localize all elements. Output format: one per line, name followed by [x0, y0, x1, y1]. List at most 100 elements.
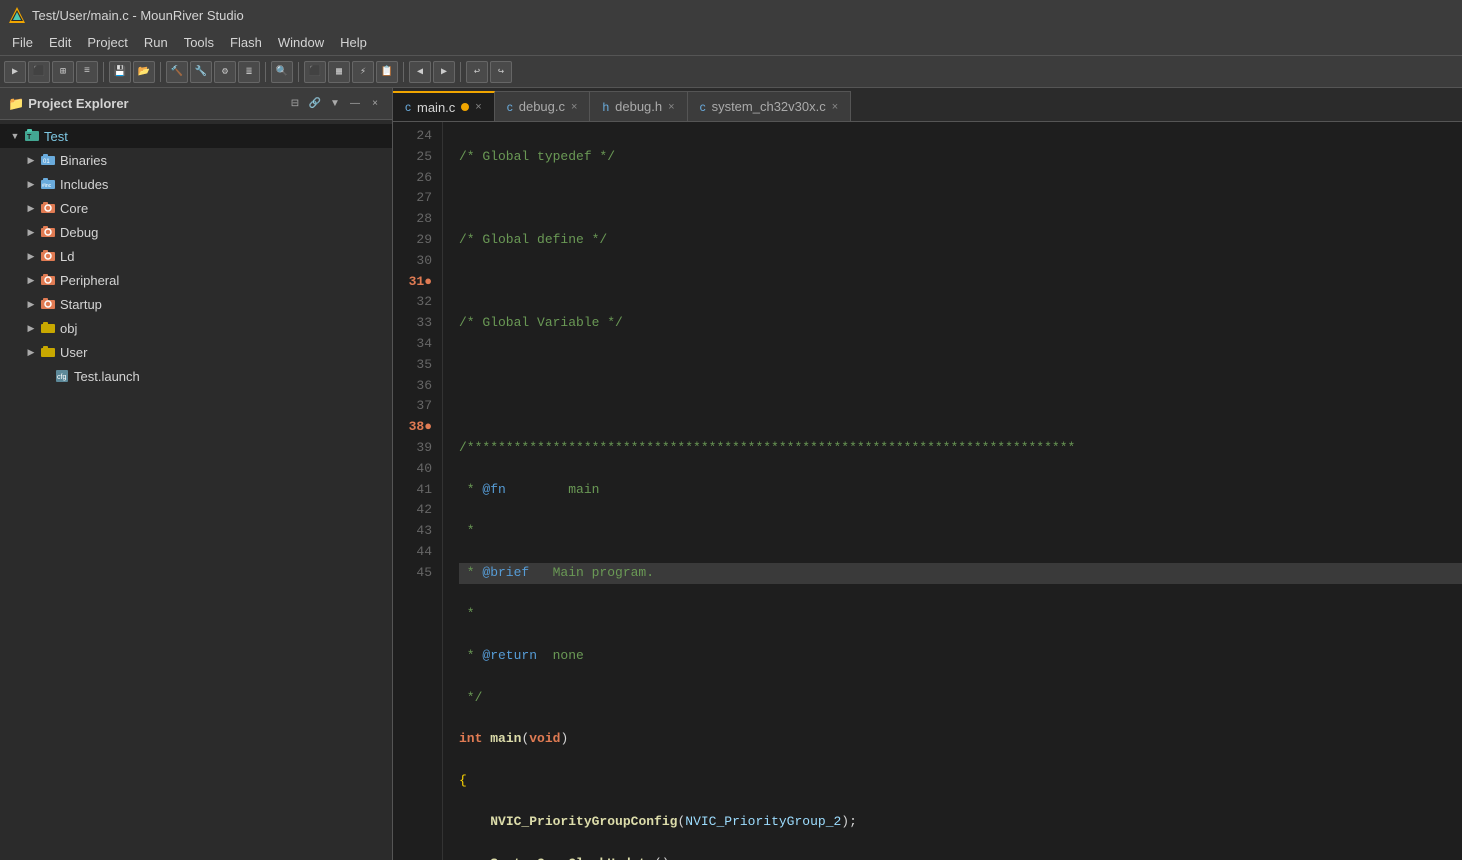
menu-window[interactable]: Window [270, 33, 332, 52]
code-content[interactable]: /* Global typedef */ /* Global define */… [443, 122, 1462, 860]
code-line-31: /***************************************… [459, 438, 1462, 459]
toolbar-btn-11[interactable]: 🔍 [271, 61, 293, 83]
label-ld: Ld [60, 249, 74, 264]
line-num-43: 43 [393, 521, 432, 542]
line-numbers: 24 25 26 27 28 29 30 31● 32 33 34 35 36 … [393, 122, 443, 860]
toolbar-btn-10[interactable]: ≣ [238, 61, 260, 83]
toolbar-btn-16[interactable]: ◀ [409, 61, 431, 83]
toolbar-btn-1[interactable]: ▶ [4, 61, 26, 83]
code-line-33: * [459, 521, 1462, 542]
tab-close-system-c[interactable]: × [832, 101, 838, 113]
tree-item-core[interactable]: ▶ Core [0, 196, 392, 220]
code-line-34: * @brief Main program. [459, 563, 1462, 584]
toolbar-btn-6[interactable]: 📂 [133, 61, 155, 83]
tree-item-peripheral[interactable]: ▶ Peripheral [0, 268, 392, 292]
tree-item-includes[interactable]: ▶ #inc Includes [0, 172, 392, 196]
label-peripheral: Peripheral [60, 273, 119, 288]
menu-tools[interactable]: Tools [176, 33, 222, 52]
tab-close-debug-c[interactable]: × [571, 101, 577, 113]
line-num-45: 45 [393, 563, 432, 584]
explorer-menu-btn[interactable]: ▼ [326, 95, 344, 113]
explorer-header: 📁 Project Explorer ⊟ 🔗 ▼ — × [0, 88, 392, 120]
tab-debug-h[interactable]: h debug.h × [590, 91, 687, 121]
line-num-27: 27 [393, 188, 432, 209]
menu-flash[interactable]: Flash [222, 33, 270, 52]
expander-includes: ▶ [24, 177, 38, 191]
menu-edit[interactable]: Edit [41, 33, 79, 52]
line-num-40: 40 [393, 459, 432, 480]
tab-close-main-c[interactable]: × [475, 101, 481, 113]
toolbar-sep-6 [460, 62, 461, 82]
label-debug: Debug [60, 225, 98, 240]
toolbar-btn-5[interactable]: 💾 [109, 61, 131, 83]
toolbar-sep-1 [103, 62, 104, 82]
toolbar-sep-2 [160, 62, 161, 82]
tab-icon-debug-h: h [602, 100, 609, 114]
label-includes: Includes [60, 177, 108, 192]
tree-item-obj[interactable]: ▶ obj [0, 316, 392, 340]
menu-file[interactable]: File [4, 33, 41, 52]
menu-help[interactable]: Help [332, 33, 375, 52]
line-num-28: 28 [393, 209, 432, 230]
project-explorer: 📁 Project Explorer ⊟ 🔗 ▼ — × ▼ T [0, 88, 393, 860]
explorer-close-btn[interactable]: × [366, 95, 384, 113]
tab-debug-c[interactable]: c debug.c × [495, 91, 591, 121]
icon-user [40, 344, 56, 360]
tree-item-user[interactable]: ▶ User [0, 340, 392, 364]
icon-binaries: 01 [40, 152, 56, 168]
code-line-26: /* Global define */ [459, 230, 1462, 251]
expander-debug: ▶ [24, 225, 38, 239]
toolbar-btn-14[interactable]: ⚡ [352, 61, 374, 83]
code-area: c main.c × c debug.c × h debug.h × c sys… [393, 88, 1462, 860]
menu-run[interactable]: Run [136, 33, 176, 52]
code-line-39: { [459, 771, 1462, 792]
explorer-folder-icon: 📁 [8, 96, 24, 112]
explorer-min-btn[interactable]: — [346, 95, 364, 113]
line-num-38: 38● [393, 417, 432, 438]
line-num-31: 31● [393, 272, 432, 293]
toolbar-btn-17[interactable]: ▶ [433, 61, 455, 83]
label-core: Core [60, 201, 88, 216]
toolbar-btn-13[interactable]: ▦ [328, 61, 350, 83]
label-test-launch: Test.launch [74, 369, 140, 384]
tab-system-c[interactable]: c system_ch32v30x.c × [688, 91, 852, 121]
expander-user: ▶ [24, 345, 38, 359]
code-editor[interactable]: 24 25 26 27 28 29 30 31● 32 33 34 35 36 … [393, 122, 1462, 860]
tree-item-startup[interactable]: ▶ Startup [0, 292, 392, 316]
menu-project[interactable]: Project [79, 33, 135, 52]
toolbar-btn-15[interactable]: 📋 [376, 61, 398, 83]
toolbar-btn-2[interactable]: ⬛ [28, 61, 50, 83]
tab-close-debug-h[interactable]: × [668, 101, 674, 113]
expander-obj: ▶ [24, 321, 38, 335]
svg-text:01: 01 [43, 159, 50, 165]
toolbar-btn-7[interactable]: 🔨 [166, 61, 188, 83]
line-num-37: 37 [393, 396, 432, 417]
tree-item-test-launch[interactable]: ▶ cfg Test.launch [0, 364, 392, 388]
tab-label-debug-h: debug.h [615, 99, 662, 114]
tree-item-test[interactable]: ▼ T Test [0, 124, 392, 148]
tree-item-binaries[interactable]: ▶ 01 Binaries [0, 148, 392, 172]
code-line-37: */ [459, 688, 1462, 709]
tab-main-c[interactable]: c main.c × [393, 91, 495, 121]
icon-test: T [24, 128, 40, 144]
toolbar-btn-19[interactable]: ↪ [490, 61, 512, 83]
toolbar-btn-18[interactable]: ↩ [466, 61, 488, 83]
toolbar-btn-9[interactable]: ⚙ [214, 61, 236, 83]
code-line-40: NVIC_PriorityGroupConfig(NVIC_PriorityGr… [459, 812, 1462, 833]
toolbar-btn-3[interactable]: ⊞ [52, 61, 74, 83]
tab-modified-main-c [461, 103, 469, 111]
tree-item-debug[interactable]: ▶ Debug [0, 220, 392, 244]
toolbar-btn-8[interactable]: 🔧 [190, 61, 212, 83]
code-line-30 [459, 396, 1462, 417]
explorer-collapse-btn[interactable]: ⊟ [286, 95, 304, 113]
explorer-link-btn[interactable]: 🔗 [306, 95, 324, 113]
tree-item-ld[interactable]: ▶ Ld [0, 244, 392, 268]
explorer-title: Project Explorer [28, 96, 128, 111]
toolbar-btn-12[interactable]: ⬛ [304, 61, 326, 83]
toolbar-btn-4[interactable]: ≡ [76, 61, 98, 83]
menu-bar: File Edit Project Run Tools Flash Window… [0, 30, 1462, 56]
toolbar: ▶ ⬛ ⊞ ≡ 💾 📂 🔨 🔧 ⚙ ≣ 🔍 ⬛ ▦ ⚡ 📋 ◀ ▶ ↩ ↪ [0, 56, 1462, 88]
icon-obj [40, 320, 56, 336]
tab-icon-main-c: c [405, 100, 411, 114]
label-user: User [60, 345, 87, 360]
